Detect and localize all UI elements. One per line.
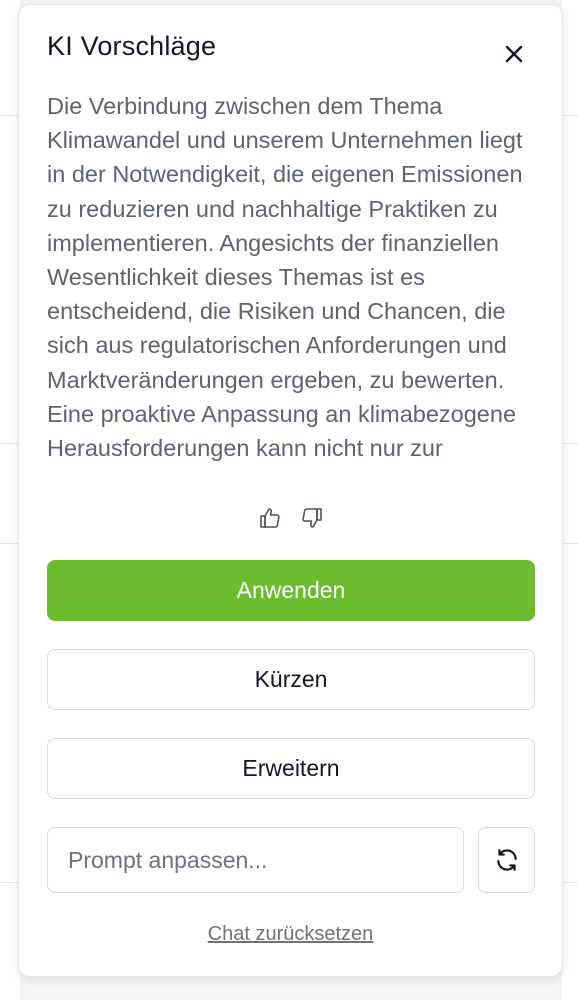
refresh-button[interactable]: [478, 827, 535, 893]
background-column-right: [562, 0, 578, 1000]
apply-button[interactable]: Anwenden: [47, 560, 535, 621]
thumbs-down-icon: [302, 508, 322, 528]
shorten-button[interactable]: Kürzen: [47, 649, 535, 710]
prompt-input[interactable]: [47, 827, 464, 893]
ai-suggestions-panel: KI Vorschläge Die Verbindung zwischen de…: [18, 4, 563, 977]
thumbs-up-button[interactable]: [257, 505, 283, 531]
close-button[interactable]: [499, 39, 529, 69]
feedback-group: [257, 505, 325, 531]
refresh-icon: [496, 849, 517, 871]
panel-title: KI Vorschläge: [47, 31, 217, 61]
thumbs-down-button[interactable]: [299, 505, 325, 531]
background-column-left: [0, 0, 20, 1000]
thumbs-up-icon: [260, 508, 280, 528]
close-icon: [505, 45, 523, 63]
suggestion-text: Die Verbindung zwischen dem Thema Klimaw…: [47, 93, 523, 462]
expand-button[interactable]: Erweitern: [47, 738, 535, 799]
reset-chat-link[interactable]: Chat zurücksetzen: [19, 923, 562, 946]
